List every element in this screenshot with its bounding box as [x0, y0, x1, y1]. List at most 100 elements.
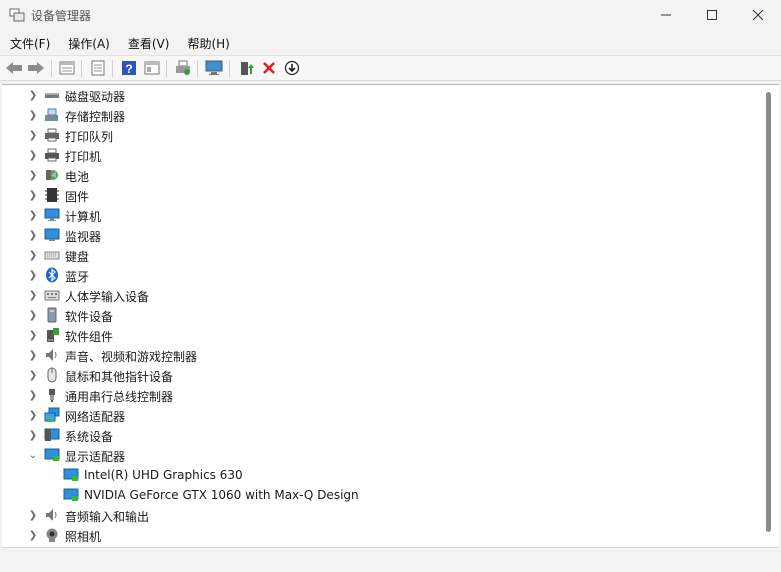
chevron-right-icon[interactable]: ❯ — [28, 89, 38, 101]
tree-item-disk-drives[interactable]: ❯ 磁盘驱动器 — [2, 85, 762, 105]
chevron-right-icon[interactable]: ❯ — [28, 229, 38, 241]
chevron-right-icon[interactable]: ❯ — [28, 409, 38, 421]
tree-item-software-components[interactable]: ❯ 软件组件 — [2, 325, 762, 345]
chevron-right-icon[interactable]: ❯ — [28, 289, 38, 301]
update-driver-button[interactable] — [238, 59, 256, 77]
tree-item-intel-uhd-630[interactable]: Intel(R) UHD Graphics 630 — [2, 465, 762, 485]
chevron-right-icon[interactable]: ❯ — [28, 169, 38, 181]
bluetooth-icon — [44, 267, 60, 283]
tree-item-sound-video-game[interactable]: ❯ 声音、视频和游戏控制器 — [2, 345, 762, 365]
menu-help[interactable]: 帮助(H) — [177, 32, 237, 54]
camera-icon — [44, 527, 60, 543]
help-button[interactable]: ? — [120, 59, 138, 77]
toolbar: ? — [0, 55, 781, 81]
print-button[interactable] — [174, 59, 192, 77]
chevron-right-icon[interactable]: ❯ — [28, 329, 38, 341]
chevron-right-icon[interactable]: ❯ — [28, 149, 38, 161]
chevron-right-icon[interactable]: ❯ — [28, 209, 38, 221]
maximize-button[interactable] — [689, 0, 735, 30]
device-manager-app-icon — [9, 8, 25, 22]
tree-item-printers[interactable]: ❯ 打印机 — [2, 145, 762, 165]
back-button[interactable] — [5, 59, 23, 77]
chevron-right-icon[interactable]: ❯ — [28, 249, 38, 261]
toolbar-separator — [229, 60, 230, 77]
tree-item-monitors[interactable]: ❯ 监视器 — [2, 225, 762, 245]
menu-action[interactable]: 操作(A) — [58, 32, 118, 54]
properties-icon — [59, 61, 75, 75]
maximize-icon — [707, 10, 717, 20]
toolbar-separator — [197, 60, 198, 77]
tree-item-bluetooth[interactable]: ❯ 蓝牙 — [2, 265, 762, 285]
tree-item-print-queues[interactable]: ❯ 打印队列 — [2, 125, 762, 145]
chevron-right-icon[interactable]: ❯ — [28, 389, 38, 401]
window-title: 设备管理器 — [31, 9, 92, 23]
disable-button[interactable] — [283, 59, 301, 77]
chevron-right-icon[interactable]: ❯ — [28, 309, 38, 321]
tree-item-cameras[interactable]: ❯ 照相机 — [2, 525, 762, 545]
uninstall-button[interactable] — [260, 59, 278, 77]
driver-details-button[interactable] — [89, 59, 107, 77]
chevron-right-icon[interactable]: ❯ — [28, 109, 38, 121]
vertical-scrollbar[interactable] — [766, 92, 771, 532]
minimize-button[interactable] — [643, 0, 689, 30]
tree-item-nvidia-gtx-1060[interactable]: NVIDIA GeForce GTX 1060 with Max-Q Desig… — [2, 485, 762, 505]
driver-details-icon — [91, 60, 105, 76]
hid-icon — [44, 287, 60, 303]
tree-item-display-adapters[interactable]: ⌄ 显示适配器 — [2, 445, 762, 465]
tree-item-label: 网络适配器 — [65, 410, 126, 424]
audio-io-icon — [44, 507, 60, 523]
chevron-right-icon[interactable]: ❯ — [28, 509, 38, 521]
properties-button[interactable] — [58, 59, 76, 77]
tree-item-keyboards[interactable]: ❯ 键盘 — [2, 245, 762, 265]
scan-hardware-icon — [205, 60, 223, 75]
tree-item-label: 通用串行总线控制器 — [65, 390, 174, 404]
svg-text:?: ? — [125, 62, 132, 76]
chevron-right-icon[interactable]: ❯ — [28, 369, 38, 381]
chevron-right-icon[interactable]: ❯ — [28, 349, 38, 361]
tree-item-label: 人体学输入设备 — [65, 290, 150, 304]
toolbar-separator — [166, 60, 167, 77]
tree-item-label: NVIDIA GeForce GTX 1060 with Max-Q Desig… — [84, 488, 359, 502]
menu-file[interactable]: 文件(F) — [0, 32, 58, 54]
forward-button[interactable] — [27, 59, 45, 77]
help-icon: ? — [122, 61, 136, 76]
tree-item-label: 计算机 — [65, 210, 102, 224]
menu-view[interactable]: 查看(V) — [118, 32, 178, 54]
disk-drive-icon — [44, 87, 60, 103]
tree-item-hid[interactable]: ❯ 人体学输入设备 — [2, 285, 762, 305]
tree-item-network-adapters[interactable]: ❯ 网络适配器 — [2, 405, 762, 425]
tree-item-mice[interactable]: ❯ 鼠标和其他指针设备 — [2, 365, 762, 385]
tree-item-computer[interactable]: ❯ 计算机 — [2, 205, 762, 225]
close-icon — [752, 9, 764, 21]
tree-item-software-devices[interactable]: ❯ 软件设备 — [2, 305, 762, 325]
tree-item-label: 固件 — [65, 190, 90, 204]
scan-hardware-button[interactable] — [205, 59, 223, 77]
tree-item-usb-controllers[interactable]: ❯ 通用串行总线控制器 — [2, 385, 762, 405]
chevron-right-icon[interactable]: ❯ — [28, 529, 38, 541]
tree-item-batteries[interactable]: ❯ 电池 — [2, 165, 762, 185]
chevron-right-icon[interactable]: ❯ — [28, 269, 38, 281]
tree-item-system-devices[interactable]: ❯ 系统设备 — [2, 425, 762, 445]
software-device-icon — [44, 307, 60, 323]
display-adapter-icon — [63, 467, 79, 483]
chevron-right-icon[interactable]: ❯ — [28, 189, 38, 201]
print-queue-icon — [44, 127, 60, 143]
close-button[interactable] — [735, 0, 781, 30]
tree-item-label: 鼠标和其他指针设备 — [65, 370, 174, 384]
tree-item-label: 照相机 — [65, 530, 102, 544]
tree-item-audio-io[interactable]: ❯ 音频输入和输出 — [2, 505, 762, 525]
display-adapter-icon — [44, 447, 60, 463]
chevron-right-icon[interactable]: ❯ — [28, 129, 38, 141]
view-button[interactable] — [143, 59, 161, 77]
chevron-down-icon[interactable]: ⌄ — [28, 449, 38, 461]
tree-item-firmware[interactable]: ❯ 固件 — [2, 185, 762, 205]
tree-item-label: 监视器 — [65, 230, 102, 244]
chevron-right-icon[interactable]: ❯ — [28, 429, 38, 441]
tree-item-storage-controllers[interactable]: ❯ 存储控制器 — [2, 105, 762, 125]
computer-icon — [44, 207, 60, 223]
keyboard-icon — [44, 247, 60, 263]
status-bar — [2, 547, 779, 570]
tree-item-label: 存储控制器 — [65, 110, 126, 124]
network-adapter-icon — [44, 407, 60, 423]
tree-item-label: 磁盘驱动器 — [65, 90, 126, 104]
